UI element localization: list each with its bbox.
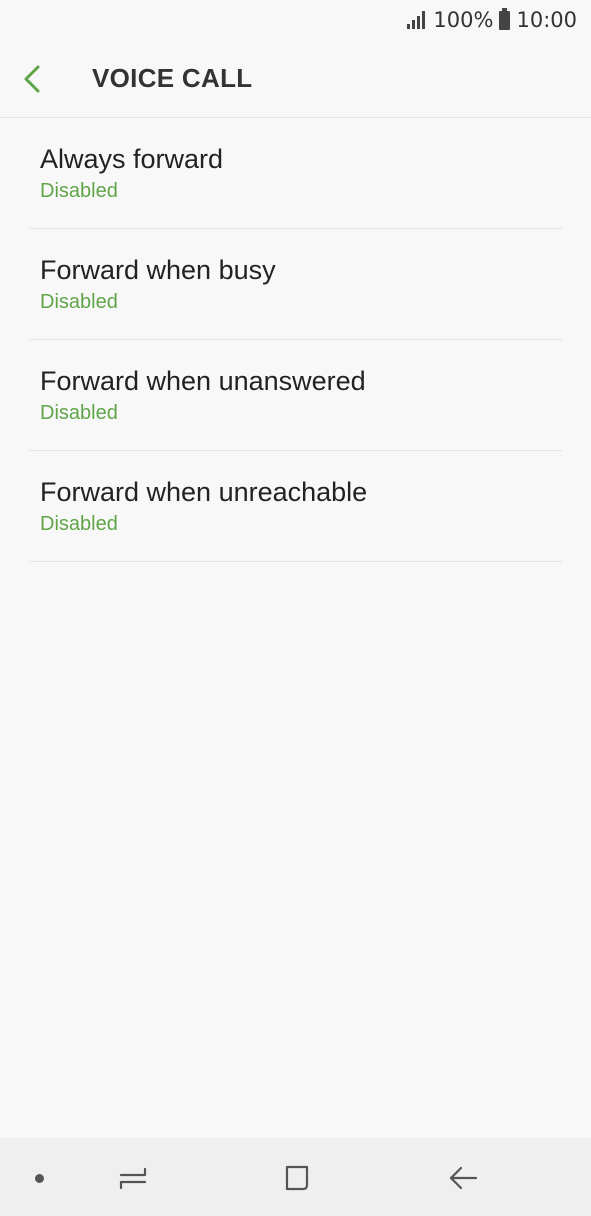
clock: 10:00 [516, 8, 577, 32]
item-status: Disabled [40, 401, 118, 424]
home-icon [285, 1165, 309, 1191]
list-item-forward-when-unanswered[interactable]: Forward when unanswered Disabled [29, 340, 562, 451]
home-button[interactable] [277, 1158, 317, 1198]
item-title: Forward when busy [40, 254, 276, 285]
back-button[interactable] [22, 49, 82, 109]
page-title: VOICE CALL [92, 63, 253, 93]
item-title: Forward when unreachable [40, 476, 368, 507]
item-title: Forward when unanswered [40, 365, 366, 396]
list-item-always-forward[interactable]: Always forward Disabled [29, 118, 562, 229]
signal-icon [407, 11, 426, 29]
call-forwarding-list: Always forward Disabled Forward when bus… [0, 118, 591, 562]
dot-icon[interactable] [35, 1174, 44, 1183]
battery-percent: 100% [433, 8, 494, 32]
battery-icon [499, 7, 511, 30]
list-item-forward-when-busy[interactable]: Forward when busy Disabled [29, 229, 562, 340]
navigation-bar [0, 1138, 591, 1216]
status-bar: 100% 10:00 [0, 0, 591, 40]
item-status: Disabled [40, 179, 118, 202]
recents-button[interactable] [113, 1158, 153, 1198]
item-title: Always forward [40, 143, 224, 174]
back-icon [449, 1166, 478, 1190]
chevron-left-icon [24, 65, 40, 92]
item-status: Disabled [40, 290, 118, 313]
recents-icon [119, 1167, 147, 1190]
app-header: VOICE CALL [0, 40, 591, 118]
item-status: Disabled [40, 512, 118, 535]
nav-back-button[interactable] [443, 1158, 483, 1198]
list-item-forward-when-unreachable[interactable]: Forward when unreachable Disabled [29, 451, 562, 562]
